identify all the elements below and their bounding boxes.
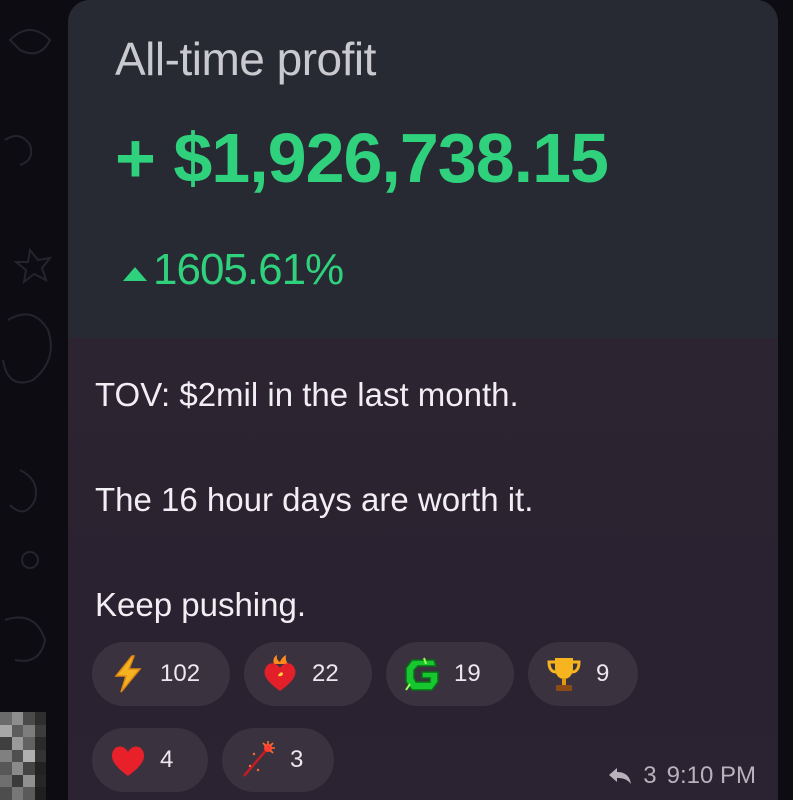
message-time: 9:10 PM — [666, 762, 756, 789]
sparkler-icon — [243, 741, 275, 777]
message-line-1: TOV: $2mil in the last month. — [95, 376, 519, 413]
lightning-icon — [114, 655, 142, 693]
message-bubble[interactable]: All-time profit + $1,926,738.15 1605.61%… — [68, 0, 778, 800]
profit-card-title: All-time profit — [115, 33, 376, 85]
reaction-count: 102 — [160, 660, 201, 687]
profit-amount: + $1,926,738.15 — [115, 119, 609, 197]
reaction-trophy[interactable]: 9 — [528, 642, 638, 706]
red-heart-icon — [111, 746, 145, 776]
message-line-2: The 16 hour days are worth it. — [95, 481, 534, 518]
trophy-icon — [547, 658, 581, 691]
profit-card: All-time profit + $1,926,738.15 1605.61% — [68, 0, 778, 338]
profit-percent-value: 1605.61% — [153, 245, 344, 294]
green-g-sticker-icon — [405, 657, 439, 691]
reaction-count: 19 — [454, 660, 481, 687]
reaction-green-g[interactable]: 19 — [386, 642, 514, 706]
reaction-count: 4 — [160, 746, 174, 773]
flaming-heart-icon — [264, 655, 296, 691]
reaction-count: 3 — [290, 746, 304, 773]
avatar[interactable] — [0, 712, 46, 800]
message-line-3: Keep pushing. — [95, 586, 307, 623]
reaction-count: 22 — [312, 660, 339, 687]
reaction-red-heart[interactable]: 4 — [92, 728, 208, 792]
doodle-pattern-icon — [2, 29, 53, 662]
profit-percent: 1605.61% — [123, 245, 344, 295]
reply-arrow-icon[interactable] — [607, 766, 633, 786]
triangle-up-icon — [123, 267, 147, 281]
message-text-area: TOV: $2mil in the last month. The 16 hou… — [68, 338, 778, 800]
reactions-row-1: 102 22 19 9 — [92, 642, 638, 706]
reaction-count: 9 — [596, 660, 610, 687]
reaction-lightning[interactable]: 102 — [92, 642, 230, 706]
reply-count[interactable]: 3 — [643, 762, 656, 790]
reaction-sparkler[interactable]: 3 — [222, 728, 334, 792]
reaction-flaming-heart[interactable]: 22 — [244, 642, 372, 706]
message-meta: 3 9:10 PM — [607, 762, 756, 790]
reactions-row-2: 4 3 — [92, 728, 334, 792]
